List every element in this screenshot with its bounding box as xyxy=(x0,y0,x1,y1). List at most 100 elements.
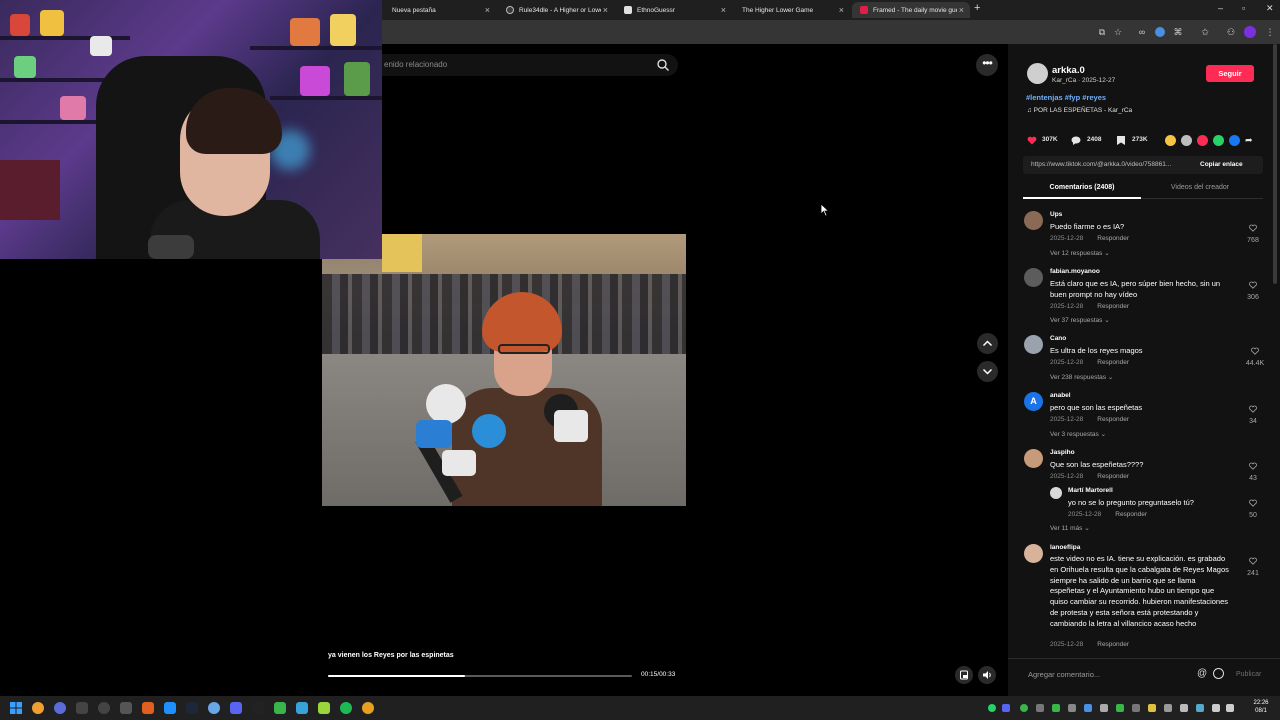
tab-rule34dle[interactable]: Rule34dle - A Higher or Lower × xyxy=(498,2,614,18)
share-icon[interactable] xyxy=(1181,135,1192,146)
window-close-icon[interactable]: ✕ xyxy=(1266,3,1274,14)
creator-username[interactable]: arkka.0 xyxy=(1052,65,1085,76)
app-icon[interactable] xyxy=(120,702,132,714)
profile-avatar[interactable] xyxy=(1244,26,1256,38)
tray-icon[interactable] xyxy=(1084,704,1092,712)
view-replies-button[interactable]: Ver 238 respuestas ⌄ xyxy=(1050,373,1113,381)
tray-icon[interactable] xyxy=(1148,704,1156,712)
search-bar[interactable]: enido relacionado xyxy=(370,54,678,76)
reply-button[interactable]: Responder xyxy=(1097,473,1129,480)
app-icon[interactable] xyxy=(142,702,154,714)
more-options-button[interactable]: ••• xyxy=(976,54,998,76)
tray-icon[interactable] xyxy=(1196,704,1204,712)
favorites-icon[interactable]: ✩ xyxy=(1200,27,1210,37)
tray-icon[interactable] xyxy=(1068,704,1076,712)
post-comment-button[interactable]: Publicar xyxy=(1236,671,1261,678)
chrome-icon[interactable] xyxy=(362,702,374,714)
like-heart-icon[interactable] xyxy=(1027,136,1037,145)
search-input[interactable]: enido relacionado xyxy=(384,60,447,69)
comment-user[interactable]: lanoeflipa xyxy=(1050,544,1080,551)
app-icon[interactable] xyxy=(318,702,330,714)
view-replies-button[interactable]: Ver 37 respuestas ⌄ xyxy=(1050,316,1110,324)
bookmark-star-icon[interactable]: ☆ xyxy=(1113,27,1123,37)
app-icon[interactable] xyxy=(164,702,176,714)
next-video-button[interactable] xyxy=(977,361,998,382)
copy-link-button[interactable]: Copiar enlace xyxy=(1200,161,1243,168)
app-icon[interactable] xyxy=(54,702,66,714)
close-icon[interactable]: × xyxy=(959,5,964,15)
whatsapp-icon[interactable] xyxy=(1213,135,1224,146)
extension-icon[interactable]: ∞ xyxy=(1137,27,1147,37)
search-icon[interactable] xyxy=(656,58,670,72)
share-arrow-icon[interactable]: ➦ xyxy=(1245,135,1253,146)
comment-like-button[interactable]: 34 xyxy=(1242,405,1264,425)
volume-button[interactable] xyxy=(978,666,996,684)
tray-icon[interactable] xyxy=(1002,704,1010,712)
post-hashtags[interactable]: #lentenjas #fyp #reyes xyxy=(1026,93,1106,102)
reply-button[interactable]: Responder xyxy=(1097,359,1129,366)
comment-like-button[interactable]: 44.4K xyxy=(1242,347,1268,367)
volume-icon[interactable] xyxy=(1226,704,1234,712)
comment-like-button[interactable]: 241 xyxy=(1242,557,1264,577)
comment-like-button[interactable]: 768 xyxy=(1242,224,1264,244)
install-icon[interactable]: ⧉ xyxy=(1097,27,1107,37)
post-link[interactable]: https://www.tiktok.com/@arkka.0/video/75… xyxy=(1031,161,1171,168)
extension-icon[interactable] xyxy=(1155,27,1165,37)
close-icon[interactable]: × xyxy=(839,5,844,15)
close-icon[interactable]: × xyxy=(721,5,726,15)
search-icon[interactable] xyxy=(32,702,44,714)
discord-icon[interactable] xyxy=(230,702,242,714)
comment-user[interactable]: fabian.moyanoo xyxy=(1050,268,1100,275)
tray-icon[interactable] xyxy=(1020,704,1028,712)
tray-icon[interactable] xyxy=(988,704,996,712)
tab-nueva-pestana[interactable]: Nueva pestaña × xyxy=(384,2,496,18)
comment-like-button[interactable]: 43 xyxy=(1242,462,1264,482)
reply-button[interactable]: Responder xyxy=(1097,235,1129,242)
tab-comments[interactable]: Comentarios (2408) xyxy=(1023,184,1141,191)
close-icon[interactable]: × xyxy=(603,5,608,15)
reply-button[interactable]: Responder xyxy=(1097,303,1129,310)
emoji-icon[interactable] xyxy=(1213,668,1224,679)
comment-user[interactable]: Cano xyxy=(1050,335,1066,342)
tray-icon[interactable] xyxy=(1180,704,1188,712)
comment-user[interactable]: anabel xyxy=(1050,392,1071,399)
avatar[interactable] xyxy=(1050,487,1062,499)
tray-icon[interactable] xyxy=(1036,704,1044,712)
spotify-icon[interactable] xyxy=(340,702,352,714)
mention-icon[interactable]: @ xyxy=(1197,668,1207,679)
puzzle-icon[interactable]: ⌘ xyxy=(1173,27,1183,37)
avatar[interactable] xyxy=(1024,449,1043,468)
app-icon[interactable] xyxy=(76,702,88,714)
close-icon[interactable]: × xyxy=(485,5,490,15)
post-music[interactable]: ♫ POR LAS ESPEÑETAS - Kar_rCa xyxy=(1027,107,1132,114)
tray-icon[interactable] xyxy=(1132,704,1140,712)
previous-video-button[interactable] xyxy=(977,333,998,354)
tray-icon[interactable] xyxy=(1164,704,1172,712)
video-frame[interactable] xyxy=(322,234,686,506)
avatar[interactable] xyxy=(1024,211,1043,230)
reply-button[interactable]: Responder xyxy=(1097,641,1129,648)
wifi-icon[interactable] xyxy=(1212,704,1220,712)
mini-player-button[interactable] xyxy=(955,666,973,684)
app-icon[interactable] xyxy=(208,702,220,714)
video-progress-bar[interactable] xyxy=(328,675,632,677)
comment-like-button[interactable]: 306 xyxy=(1242,281,1264,301)
comment-icon[interactable] xyxy=(1071,136,1081,145)
tab-ethnoguessr[interactable]: EthnoGuessr × xyxy=(616,2,732,18)
follow-button[interactable]: Seguir xyxy=(1206,65,1254,82)
tab-higher-lower[interactable]: The Higher Lower Game × xyxy=(734,2,850,18)
share-icon[interactable] xyxy=(1165,135,1176,146)
menu-icon[interactable]: ⋮ xyxy=(1265,27,1275,37)
new-tab-button[interactable]: + xyxy=(974,2,980,14)
panel-scrollbar[interactable] xyxy=(1273,44,1277,284)
tab-creator-videos[interactable]: Videos del creador xyxy=(1141,184,1259,191)
minimize-icon[interactable]: – xyxy=(1218,3,1223,13)
comment-input[interactable]: Agregar comentario... xyxy=(1028,670,1100,679)
reply-button[interactable]: Responder xyxy=(1097,416,1129,423)
tray-icon[interactable] xyxy=(1052,704,1060,712)
view-more-replies-button[interactable]: Ver 11 más ⌄ xyxy=(1050,524,1090,532)
bookmark-icon[interactable] xyxy=(1117,136,1125,145)
avatar[interactable] xyxy=(1024,544,1043,563)
creator-avatar[interactable] xyxy=(1027,63,1048,84)
app-icon[interactable] xyxy=(296,702,308,714)
